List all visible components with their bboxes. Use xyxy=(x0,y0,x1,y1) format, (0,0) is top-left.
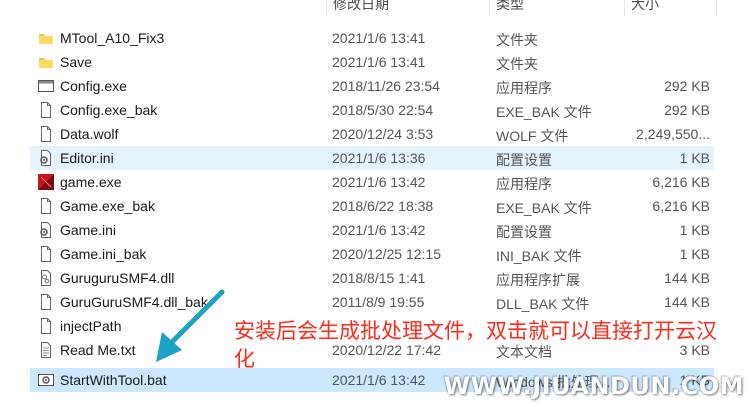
file-row[interactable]: Config.exe 2018/11/26 23:54 应用程序 292 KB xyxy=(30,74,714,98)
dll-file-icon xyxy=(38,270,54,286)
file-type: 文件夹 xyxy=(496,56,538,72)
file-date: 2018/11/26 23:54 xyxy=(332,78,440,94)
file-type: DLL_BAK 文件 xyxy=(496,296,590,312)
file-name: Config.exe_bak xyxy=(60,102,158,118)
file-name: game.exe xyxy=(60,174,122,190)
column-separator[interactable] xyxy=(326,0,327,16)
file-row[interactable]: game.exe 2021/1/6 13:42 应用程序 6,216 KB xyxy=(30,170,714,194)
column-header-size[interactable]: 大小 xyxy=(631,0,659,14)
file-size: 292 KB xyxy=(664,78,710,94)
file-icon xyxy=(38,246,54,262)
file-name: injectPath xyxy=(60,318,122,334)
file-size: 6,216 KB xyxy=(652,198,710,214)
column-separator[interactable] xyxy=(624,0,625,16)
file-icon xyxy=(38,126,54,142)
file-row[interactable]: Game.exe_bak 2018/6/22 18:38 EXE_BAK 文件 … xyxy=(30,194,714,218)
file-size: 1 KB xyxy=(679,150,710,166)
file-name: GuruguruSMF4.dll xyxy=(60,270,175,286)
column-header-date[interactable]: 修改日期 xyxy=(333,0,389,14)
file-date: 2020/12/24 3:53 xyxy=(332,126,434,142)
column-separator[interactable] xyxy=(489,0,490,16)
file-type: 配置设置 xyxy=(496,224,552,240)
file-type: INI_BAK 文件 xyxy=(496,248,582,264)
file-name: Game.ini xyxy=(60,222,117,238)
column-separator[interactable] xyxy=(716,0,717,16)
file-type: EXE_BAK 文件 xyxy=(496,104,592,120)
batch-file-icon xyxy=(38,372,54,388)
game-exe-icon xyxy=(38,174,54,190)
file-date: 2021/1/6 13:41 xyxy=(332,30,426,46)
arrow-icon xyxy=(156,289,225,362)
file-size: 1 KB xyxy=(679,222,710,238)
file-icon xyxy=(38,198,54,214)
file-date: 2018/8/15 1:41 xyxy=(332,270,426,286)
column-header-type[interactable]: 类型 xyxy=(496,0,524,14)
folder-icon xyxy=(38,30,54,46)
file-date: 2018/5/30 22:54 xyxy=(332,102,434,118)
file-row[interactable]: Config.exe_bak 2018/5/30 22:54 EXE_BAK 文… xyxy=(30,98,714,122)
file-size: 6,216 KB xyxy=(652,174,710,190)
file-date: 2021/1/6 13:42 xyxy=(332,222,426,238)
folder-icon xyxy=(38,54,54,70)
app-window-icon xyxy=(38,78,54,94)
file-size: 2,249,550... xyxy=(636,126,710,142)
file-type: EXE_BAK 文件 xyxy=(496,200,592,216)
file-type: WOLF 文件 xyxy=(496,128,569,144)
file-row[interactable]: Game.ini_bak 2020/12/25 12:15 INI_BAK 文件… xyxy=(30,242,714,266)
file-date: 2021/1/6 13:42 xyxy=(332,174,426,190)
text-file-icon xyxy=(38,342,54,358)
file-name: Config.exe xyxy=(60,78,127,94)
file-name: Read Me.txt xyxy=(60,342,136,358)
file-row[interactable]: Data.wolf 2020/12/24 3:53 WOLF 文件 2,249,… xyxy=(30,122,714,146)
watermark: WWW.JIUANDUN.COM xyxy=(443,372,744,400)
settings-file-icon xyxy=(38,150,54,166)
file-type: 应用程序 xyxy=(496,176,552,192)
file-name: Editor.ini xyxy=(60,150,114,166)
file-date: 2018/6/22 18:38 xyxy=(332,198,434,214)
file-date: 2020/12/25 12:15 xyxy=(332,246,441,262)
settings-file-icon xyxy=(38,222,54,238)
file-icon xyxy=(38,318,54,334)
file-name: Save xyxy=(60,54,92,70)
file-name: Game.ini_bak xyxy=(60,246,147,262)
file-date: 2021/1/6 13:41 xyxy=(332,54,426,70)
file-type: 配置设置 xyxy=(496,152,552,168)
file-type: 文件夹 xyxy=(496,32,538,48)
file-row[interactable]: Save 2021/1/6 13:41 文件夹 xyxy=(30,50,714,74)
annotation-text: 安装后会生成批处理文件，双击就可以直接打开云汉化 xyxy=(234,319,717,371)
file-name: MTool_A10_Fix3 xyxy=(60,30,165,46)
column-header: 修改日期 类型 大小 xyxy=(0,0,750,16)
file-icon xyxy=(38,102,54,118)
file-name: StartWithTool.bat xyxy=(60,372,167,388)
file-size: 292 KB xyxy=(664,102,710,118)
file-date: 2021/1/6 13:42 xyxy=(332,372,426,388)
file-name: Game.exe_bak xyxy=(60,198,155,214)
file-row[interactable]: GuruguruSMF4.dll 2018/8/15 1:41 应用程序扩展 1… xyxy=(30,266,714,290)
file-row[interactable]: GuruGuruSMF4.dll_bak 2011/8/9 19:55 DLL_… xyxy=(30,290,714,314)
file-name: Data.wolf xyxy=(60,126,119,142)
file-size: 1 KB xyxy=(679,246,710,262)
file-date: 2021/1/6 13:36 xyxy=(332,150,426,166)
file-type: 应用程序扩展 xyxy=(496,272,580,288)
file-row[interactable]: Game.ini 2021/1/6 13:42 配置设置 1 KB xyxy=(30,218,714,242)
file-type: 应用程序 xyxy=(496,80,552,96)
file-date: 2011/8/9 19:55 xyxy=(332,294,425,310)
file-size: 144 KB xyxy=(664,294,710,310)
file-row[interactable]: Editor.ini 2021/1/6 13:36 配置设置 1 KB xyxy=(30,146,714,170)
file-size: 144 KB xyxy=(664,270,710,286)
file-icon xyxy=(38,294,54,310)
file-row[interactable]: MTool_A10_Fix3 2021/1/6 13:41 文件夹 xyxy=(30,26,714,50)
